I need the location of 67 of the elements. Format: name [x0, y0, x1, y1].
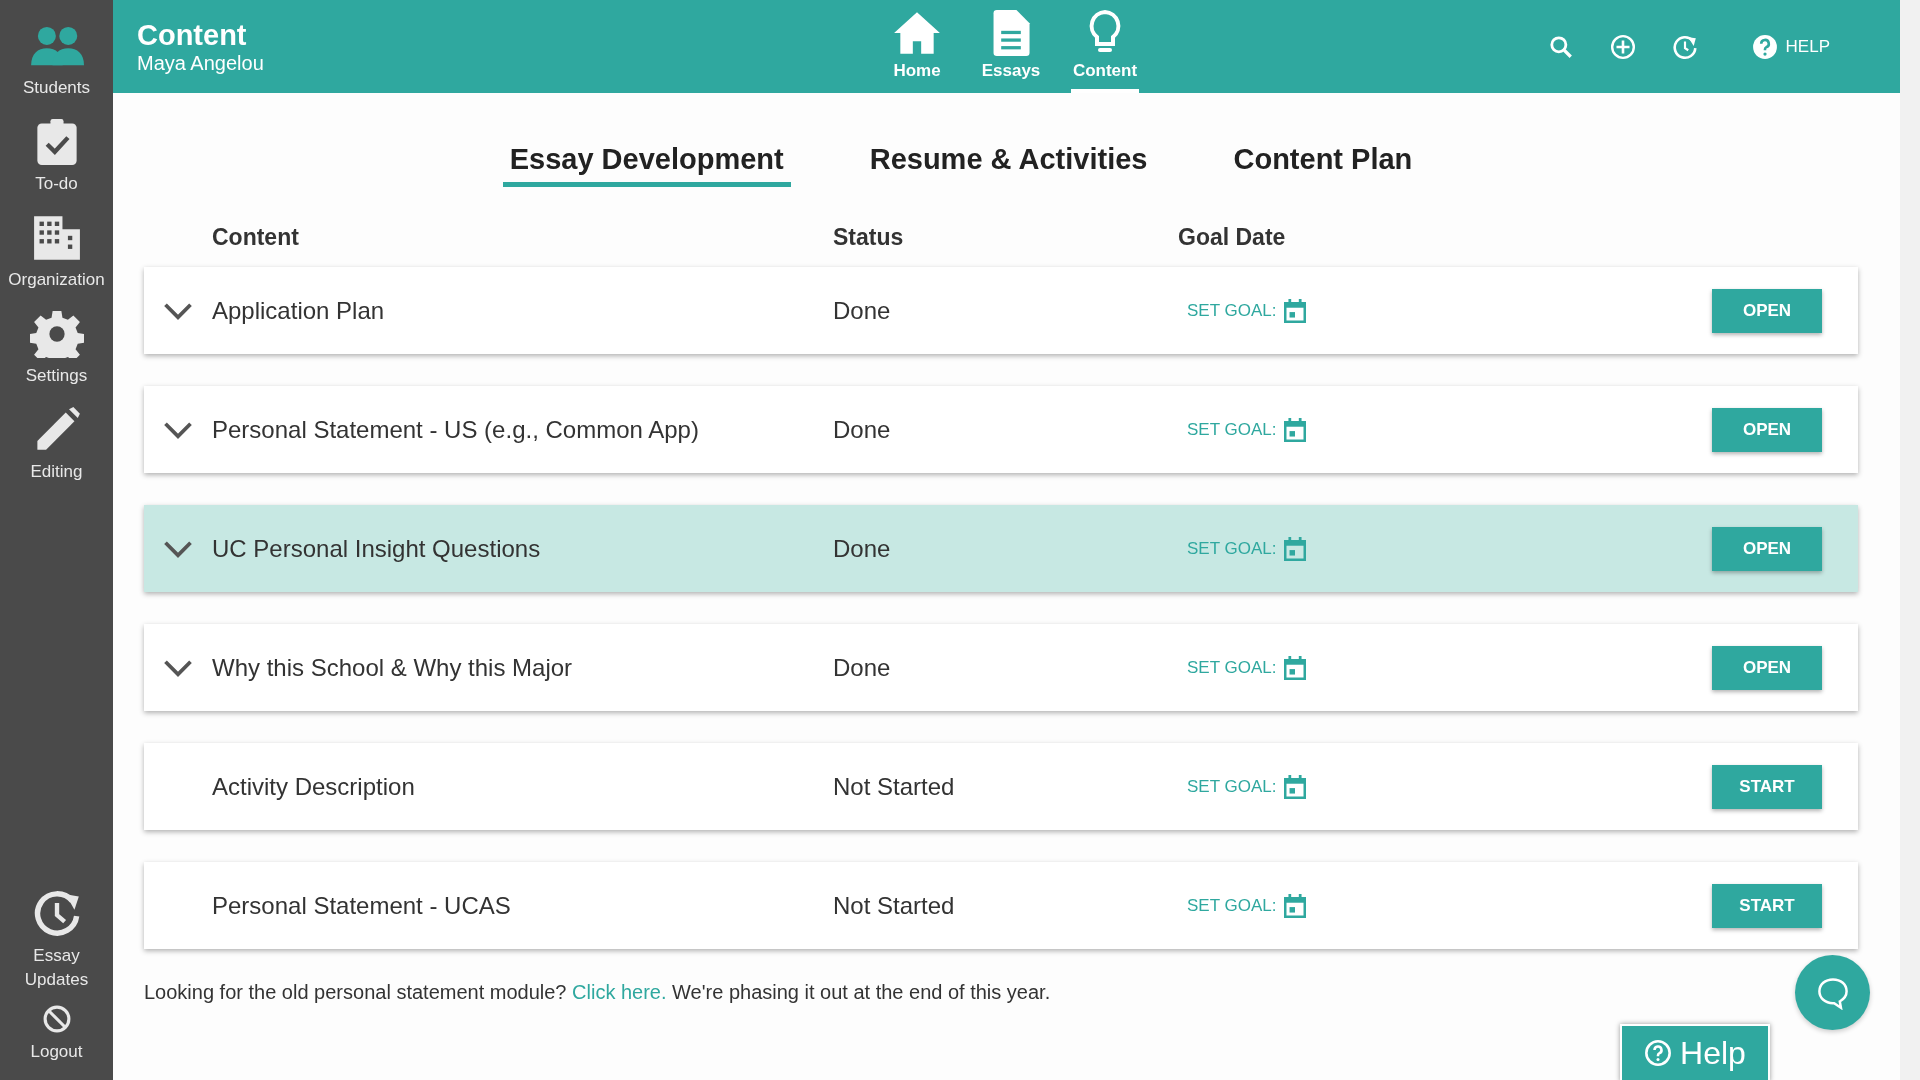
content-name: Activity Description: [212, 772, 416, 801]
action-button[interactable]: START: [1712, 764, 1822, 809]
action-button[interactable]: OPEN: [1712, 645, 1822, 690]
action-button[interactable]: OPEN: [1712, 407, 1822, 452]
status-text: Done: [833, 534, 892, 563]
content-row[interactable]: UC Personal Insight Questions Done SET GOAL: OPEN: [144, 505, 1858, 592]
calendar-icon[interactable]: [1284, 774, 1307, 799]
question-icon: [1751, 33, 1778, 60]
column-header: Content: [212, 223, 300, 251]
scrollbar[interactable]: [1900, 0, 1920, 1080]
help-button[interactable]: Help: [1620, 1024, 1770, 1080]
ban-icon: [41, 1004, 72, 1034]
calendar-icon[interactable]: [1284, 417, 1307, 442]
set-goal-link[interactable]: SET GOAL:: [1187, 300, 1277, 321]
sidebar-item[interactable]: Essay Updates: [0, 884, 113, 998]
status-text: Done: [833, 415, 892, 444]
action-button[interactable]: OPEN: [1712, 288, 1822, 333]
set-goal-link[interactable]: SET GOAL:: [1187, 538, 1277, 559]
sidebar-item[interactable]: To-do: [0, 110, 113, 206]
tab[interactable]: Essay Development: [502, 143, 791, 187]
status-text: Done: [833, 653, 892, 682]
sidebar-item[interactable]: Editing: [0, 398, 113, 494]
content-name: Personal Statement - US (e.g., Common App): [212, 415, 700, 444]
nav-item[interactable]: Content: [1071, 0, 1139, 93]
content-name: Why this School & Why this Major: [212, 653, 574, 682]
speech-bubble-icon: [1815, 975, 1850, 1010]
tab[interactable]: Content Plan: [1226, 143, 1420, 187]
content-row[interactable]: Why this School & Why this Major Done SET GOAL: OPEN: [144, 624, 1858, 711]
help-link[interactable]: HELP: [1751, 33, 1830, 60]
nav-item[interactable]: Home: [883, 0, 951, 93]
click-here-link[interactable]: Click here.: [572, 981, 667, 1003]
search-icon[interactable]: [1547, 33, 1574, 60]
sidebar-item[interactable]: Students: [0, 14, 113, 110]
calendar-icon[interactable]: [1284, 536, 1307, 561]
column-header: Goal Date: [1178, 223, 1286, 251]
page-title: Content: [137, 18, 248, 51]
sidebar-item[interactable]: Organization: [0, 206, 113, 302]
student-name: Maya Angelou: [137, 50, 265, 75]
nav-item[interactable]: Essays: [977, 0, 1045, 93]
content-row[interactable]: Personal Statement - UCAS Not Started SET GOAL: START: [144, 862, 1858, 949]
sidebar-item[interactable]: Settings: [0, 302, 113, 398]
status-text: Not Started: [833, 772, 956, 801]
tab[interactable]: Resume & Activities: [862, 143, 1155, 187]
sidebar-item[interactable]: Logout: [0, 998, 113, 1070]
action-button[interactable]: START: [1712, 883, 1822, 928]
set-goal-link[interactable]: SET GOAL:: [1187, 419, 1277, 440]
content-row[interactable]: Personal Statement - US (e.g., Common App) Done SET GOAL: OPEN: [144, 386, 1858, 473]
question-icon: [1644, 1039, 1673, 1067]
set-goal-link[interactable]: SET GOAL:: [1187, 776, 1277, 797]
content-name: UC Personal Insight Questions: [212, 534, 542, 563]
status-text: Not Started: [833, 891, 956, 920]
column-header: Status: [833, 223, 905, 251]
status-text: Done: [833, 296, 892, 325]
set-goal-link[interactable]: SET GOAL:: [1187, 895, 1277, 916]
content-row[interactable]: Activity Description Not Started SET GOAL: START: [144, 743, 1858, 830]
add-icon[interactable]: [1609, 33, 1636, 60]
set-goal-link[interactable]: SET GOAL:: [1187, 657, 1277, 678]
calendar-icon[interactable]: [1284, 655, 1307, 680]
calendar-icon[interactable]: [1284, 893, 1307, 918]
refresh-icon[interactable]: [1671, 33, 1698, 60]
content-name: Personal Statement - UCAS: [212, 891, 512, 920]
content-name: Application Plan: [212, 296, 386, 325]
calendar-icon[interactable]: [1284, 298, 1307, 323]
gear-icon: [29, 310, 84, 358]
chat-button[interactable]: [1795, 955, 1870, 1030]
action-button[interactable]: OPEN: [1712, 526, 1822, 571]
content-row[interactable]: Application Plan Done SET GOAL: OPEN: [144, 267, 1858, 354]
